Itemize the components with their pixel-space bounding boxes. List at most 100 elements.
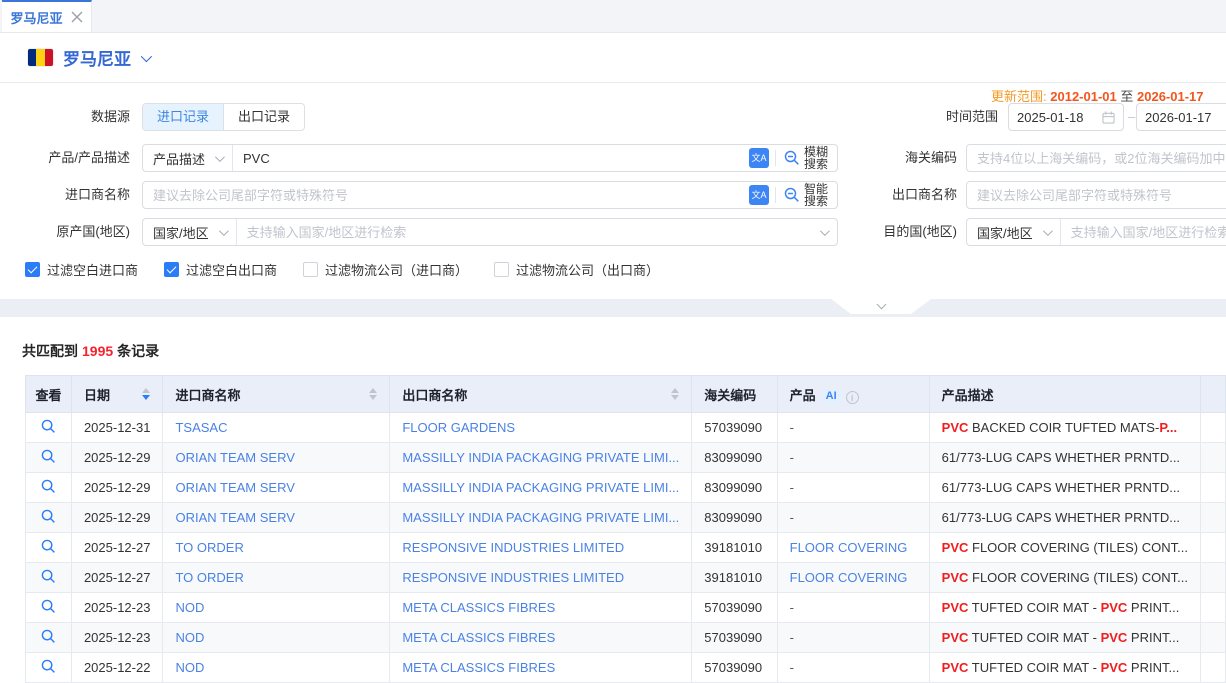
description-highlight: PVC: [1101, 660, 1128, 675]
exporter-link[interactable]: MASSILLY INDIA PACKAGING PRIVATE LIMI...: [402, 480, 679, 495]
hs-code-label: 海关编码: [860, 144, 957, 172]
hs-code-input[interactable]: [966, 144, 1226, 172]
importer-link[interactable]: TSASAC: [175, 420, 227, 435]
cell-view[interactable]: [26, 563, 72, 593]
product-search-input[interactable]: [233, 145, 743, 171]
cell-description: 61/773-LUG CAPS WHETHER PRNTD...: [929, 443, 1200, 473]
view-record-button[interactable]: [41, 479, 56, 497]
cell-view[interactable]: [26, 503, 72, 533]
view-search-icon: [41, 629, 56, 644]
exporter-name-input[interactable]: [966, 181, 1226, 209]
exporter-link[interactable]: RESPONSIVE INDUSTRIES LIMITED: [402, 570, 624, 585]
cell-view[interactable]: [26, 413, 72, 443]
chevron-down-icon: [1043, 226, 1053, 236]
product-link[interactable]: FLOOR COVERING: [790, 570, 908, 585]
sort-desc-icon[interactable]: [369, 395, 377, 400]
filter-checkbox[interactable]: 过滤物流公司（出口商）: [494, 260, 659, 279]
sort-asc-icon[interactable]: [369, 388, 377, 393]
cell-view[interactable]: [26, 653, 72, 683]
importer-link[interactable]: NOD: [175, 660, 204, 675]
exporter-link[interactable]: MASSILLY INDIA PACKAGING PRIVATE LIMI...: [402, 450, 679, 465]
cell-view[interactable]: [26, 533, 72, 563]
cell-date: 2025-12-29: [71, 503, 163, 533]
importer-link[interactable]: TO ORDER: [175, 540, 243, 555]
filter-checkbox[interactable]: 过滤空白进口商: [25, 260, 138, 279]
view-record-button[interactable]: [41, 539, 56, 557]
chevron-down-icon[interactable]: [820, 226, 830, 236]
filter-checkbox[interactable]: 过滤物流公司（进口商）: [303, 260, 468, 279]
importer-name-input[interactable]: [143, 182, 743, 208]
time-range-start-input[interactable]: 2025-01-18: [1008, 103, 1124, 131]
filter-checkbox[interactable]: 过滤空白出口商: [164, 260, 277, 279]
column-header-exporter[interactable]: 出口商名称: [390, 376, 692, 413]
country-title[interactable]: 罗马尼亚: [63, 45, 131, 70]
cell-view[interactable]: [26, 623, 72, 653]
description-text: PRINT...: [1127, 630, 1179, 645]
importer-link[interactable]: TO ORDER: [175, 570, 243, 585]
sort-control[interactable]: [142, 388, 150, 400]
tab-romania[interactable]: 罗马尼亚: [2, 0, 92, 32]
checkbox-unchecked-icon[interactable]: [494, 262, 509, 277]
data-source-option[interactable]: 进口记录: [143, 104, 223, 130]
checkbox-checked-icon[interactable]: [164, 262, 179, 277]
view-record-button[interactable]: [41, 569, 56, 587]
importer-link[interactable]: NOD: [175, 600, 204, 615]
data-source-option[interactable]: 出口记录: [223, 104, 304, 130]
origin-country-input[interactable]: [237, 219, 820, 245]
cell-view[interactable]: [26, 473, 72, 503]
checkbox-unchecked-icon[interactable]: [303, 262, 318, 277]
fuzzy-search-button[interactable]: 模糊搜索: [776, 146, 837, 170]
exporter-link[interactable]: META CLASSICS FIBRES: [402, 630, 555, 645]
time-range-end-input[interactable]: 2026-01-17: [1136, 103, 1226, 131]
sort-control[interactable]: [671, 388, 679, 400]
chevron-down-icon[interactable]: [141, 50, 152, 61]
exporter-link[interactable]: META CLASSICS FIBRES: [402, 660, 555, 675]
destination-country-select[interactable]: 国家/地区: [967, 219, 1061, 245]
destination-country-input[interactable]: [1061, 219, 1226, 245]
cell-view[interactable]: [26, 593, 72, 623]
translate-icon[interactable]: 文A: [749, 185, 769, 205]
table-row: 2025-12-22NODMETA CLASSICS FIBRES5703909…: [26, 653, 1226, 683]
translate-icon[interactable]: 文A: [749, 148, 769, 168]
sort-asc-icon[interactable]: [671, 388, 679, 393]
cell-product: -: [777, 443, 929, 473]
checkbox-checked-icon[interactable]: [25, 262, 40, 277]
close-icon[interactable]: [71, 11, 83, 23]
cell-exporter: MASSILLY INDIA PACKAGING PRIVATE LIMI...: [390, 443, 692, 473]
sort-control[interactable]: [369, 388, 377, 400]
description-text: TUFTED COIR MAT -: [968, 630, 1100, 645]
importer-link[interactable]: ORIAN TEAM SERV: [175, 480, 294, 495]
update-range-end: 2026-01-17: [1137, 89, 1204, 104]
origin-country-select[interactable]: 国家/地区: [143, 219, 237, 245]
column-header-importer[interactable]: 进口商名称: [163, 376, 390, 413]
records-table: 查看日期进口商名称出口商名称海关编码产品AIi产品描述 2025-12-31TS…: [25, 375, 1226, 683]
collapse-panel-button[interactable]: [831, 299, 931, 314]
info-icon[interactable]: i: [846, 391, 859, 404]
description-text: FLOOR COVERING (TILES) CONT...: [968, 570, 1188, 585]
importer-link[interactable]: ORIAN TEAM SERV: [175, 450, 294, 465]
product-type-select[interactable]: 产品描述: [143, 145, 233, 171]
product-link[interactable]: FLOOR COVERING: [790, 540, 908, 555]
smart-search-button[interactable]: 智能搜索: [776, 183, 837, 207]
view-record-button[interactable]: [41, 629, 56, 647]
exporter-link[interactable]: RESPONSIVE INDUSTRIES LIMITED: [402, 540, 624, 555]
exporter-link[interactable]: FLOOR GARDENS: [402, 420, 515, 435]
view-search-icon: [41, 479, 56, 494]
table-header-row: 查看日期进口商名称出口商名称海关编码产品AIi产品描述: [26, 376, 1226, 413]
sort-desc-icon[interactable]: [671, 395, 679, 400]
view-record-button[interactable]: [41, 509, 56, 527]
exporter-link[interactable]: MASSILLY INDIA PACKAGING PRIVATE LIMI...: [402, 510, 679, 525]
view-record-button[interactable]: [41, 449, 56, 467]
column-header-date[interactable]: 日期: [71, 376, 163, 413]
exporter-link[interactable]: META CLASSICS FIBRES: [402, 600, 555, 615]
description-text: 61/773-LUG CAPS WHETHER PRNTD...: [942, 510, 1180, 525]
view-record-button[interactable]: [41, 419, 56, 437]
cell-view[interactable]: [26, 443, 72, 473]
sort-desc-icon[interactable]: [142, 395, 150, 400]
checkbox-label: 过滤物流公司（进口商）: [325, 260, 468, 279]
importer-link[interactable]: ORIAN TEAM SERV: [175, 510, 294, 525]
sort-asc-icon[interactable]: [142, 388, 150, 393]
importer-link[interactable]: NOD: [175, 630, 204, 645]
view-record-button[interactable]: [41, 599, 56, 617]
view-record-button[interactable]: [41, 659, 56, 677]
